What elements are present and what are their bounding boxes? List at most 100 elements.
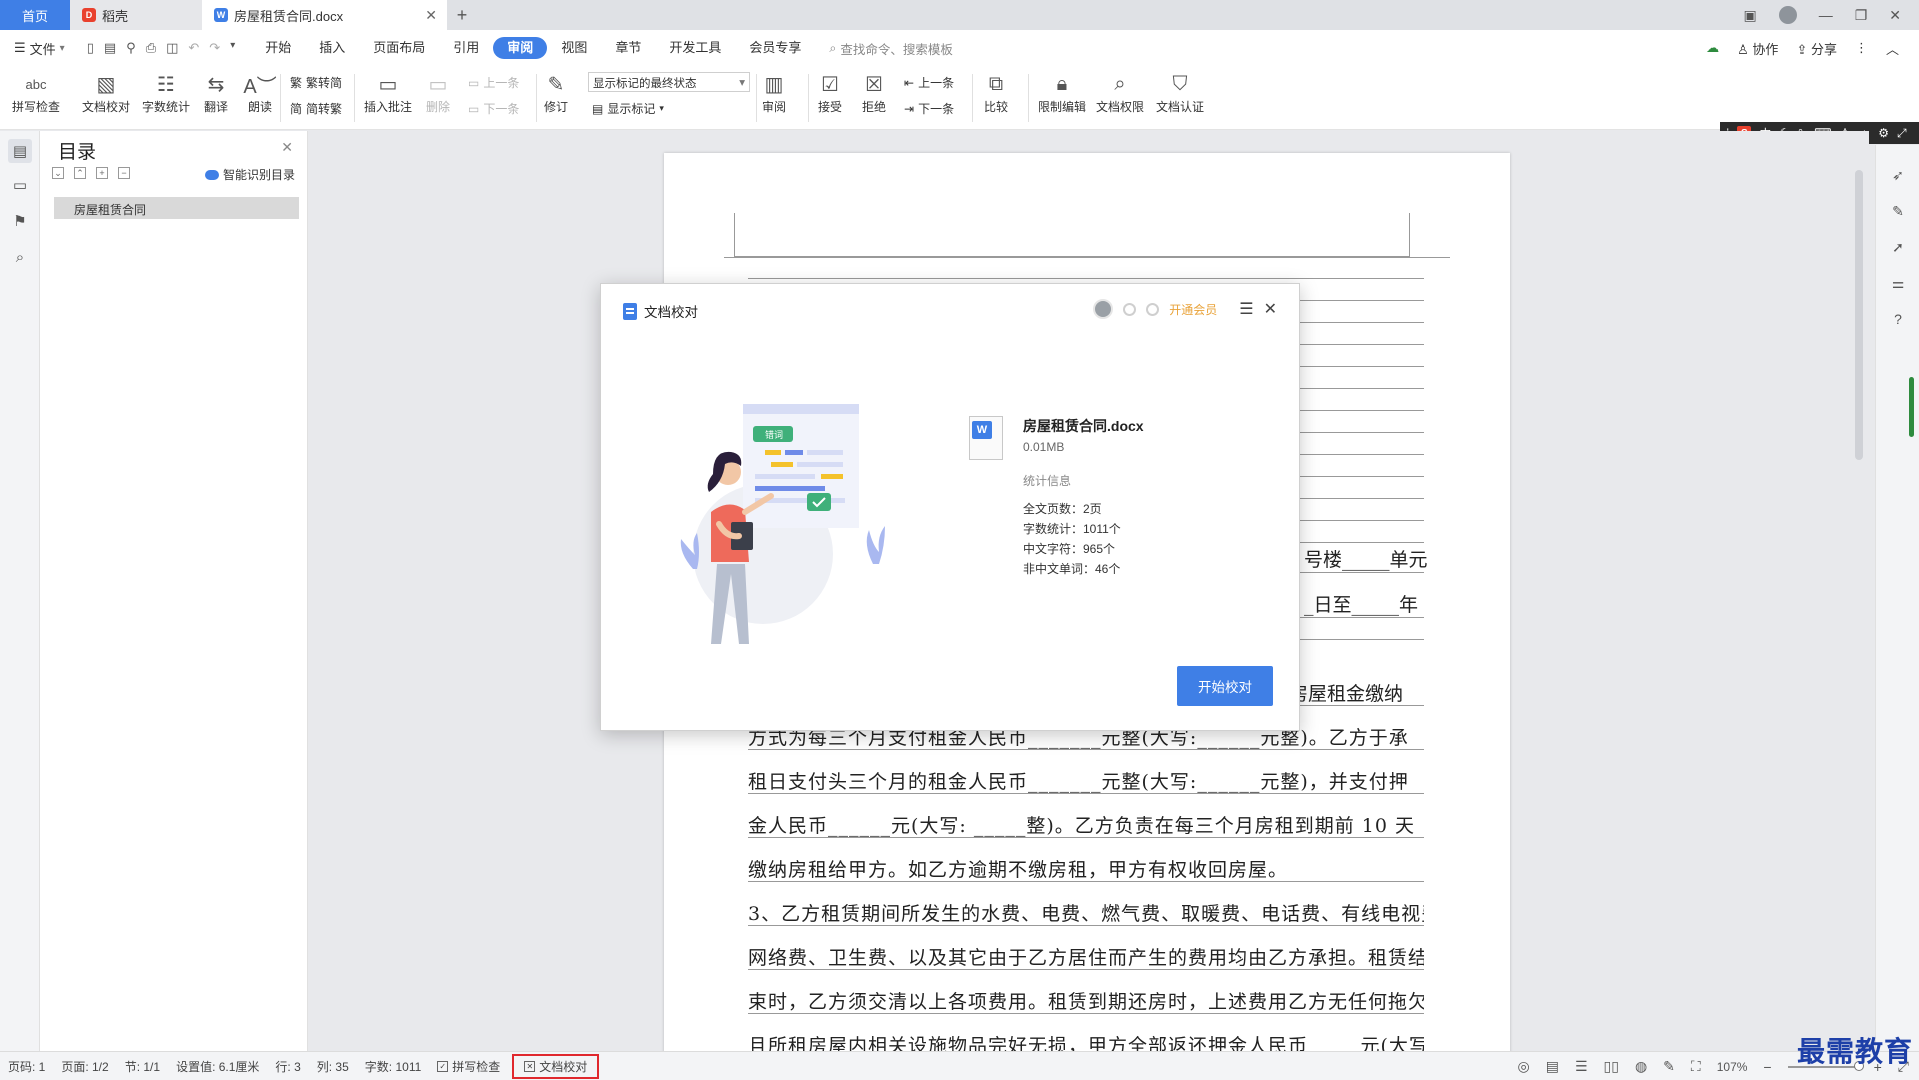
next-change-button[interactable]: ⇥ 下一条 [904, 100, 954, 117]
status-section[interactable]: 节: 1/1 [117, 1058, 168, 1075]
status-doc-proofread[interactable]: ✕ 文档校对 [512, 1053, 600, 1079]
print-icon[interactable]: ⎙ [146, 40, 156, 56]
expand-all-icon[interactable]: ⌄ [52, 167, 64, 179]
read-aloud-button[interactable]: A︶ 朗读 [243, 70, 276, 115]
doc-permission-button[interactable]: ⌕ 文档权限 [1096, 70, 1144, 115]
fit-page-icon[interactable]: ⛶ [1691, 1058, 1701, 1075]
status-setting[interactable]: 设置值: 6.1厘米 [168, 1058, 267, 1075]
reading-view-icon[interactable]: ▯▯ [1604, 1058, 1619, 1075]
save-icon[interactable]: ▤ [104, 40, 116, 56]
tab-list-icon[interactable]: ▣ [1743, 7, 1756, 24]
compare-button[interactable]: ⧉ 比较 [982, 70, 1010, 115]
tab-chapter[interactable]: 章节 [601, 37, 655, 59]
word-count-button[interactable]: ☷ 字数统计 [142, 70, 190, 115]
status-row[interactable]: 行: 3 [267, 1058, 308, 1075]
undo-icon[interactable]: ↶ [188, 40, 199, 56]
search-icon[interactable]: ⌕ [12, 249, 28, 266]
file-menu[interactable]: ☰ 文件 ▾ [0, 39, 79, 58]
share-button[interactable]: ⇪ 分享 [1796, 39, 1837, 58]
folder-icon[interactable]: ▭ [12, 177, 28, 194]
trad-to-simp-button[interactable]: 繁繁转简 [290, 74, 342, 91]
review-pane-button[interactable]: ▥ 审阅 [760, 70, 788, 115]
redo-icon[interactable]: ↷ [209, 40, 220, 56]
bookmark-icon[interactable]: ⚑ [12, 213, 28, 230]
scrollbar-thumb[interactable] [1855, 170, 1863, 460]
tab-insert[interactable]: 插入 [305, 37, 359, 59]
page-view-icon[interactable]: ▤ [1546, 1058, 1559, 1075]
close-icon[interactable]: ✕ [281, 139, 293, 156]
tab-daoke[interactable]: D 稻壳 [70, 0, 202, 30]
settings-icon[interactable]: ⚙ [1878, 126, 1889, 140]
zoom-out-icon[interactable]: − [1763, 1059, 1771, 1075]
add-item-icon[interactable]: + [96, 167, 108, 179]
pen-icon[interactable]: ✎ [1890, 203, 1906, 219]
cursor-icon[interactable]: ➚ [1890, 239, 1906, 255]
tab-member[interactable]: 会员专享 [735, 37, 815, 59]
status-word-count[interactable]: 字数: 1011 [357, 1058, 429, 1075]
format-painter-icon[interactable]: ⚲ [126, 40, 136, 56]
avatar[interactable] [1093, 299, 1114, 319]
new-doc-icon[interactable]: ▯ [87, 40, 94, 56]
doc-cert-button[interactable]: ⛉ 文档认证 [1156, 70, 1204, 115]
new-tab-button[interactable]: + [447, 0, 477, 30]
collab-button[interactable]: ♙ 协作 [1737, 39, 1778, 58]
web-view-icon[interactable]: ◍ [1635, 1058, 1647, 1075]
close-icon[interactable]: ✕ [1264, 299, 1277, 319]
show-markup-button[interactable]: ▤ 显示标记 ▾ [592, 100, 664, 117]
prev-change-button[interactable]: ⇤ 上一条 [904, 74, 954, 91]
restrict-edit-button[interactable]: 🔒︎ 限制编辑 [1038, 70, 1086, 115]
tab-layout[interactable]: 页面布局 [359, 37, 439, 59]
reject-button[interactable]: ☒ 拒绝 [860, 70, 888, 115]
collapse-all-icon[interactable]: ⌃ [74, 167, 86, 179]
customize-icon[interactable]: ▾ [230, 40, 235, 56]
toc-item[interactable]: 房屋租赁合同 [54, 197, 299, 219]
tab-review[interactable]: 审阅 [493, 37, 548, 59]
outline-view-icon[interactable]: ☰ [1575, 1058, 1588, 1075]
more-icon[interactable]: ⋮ [1855, 40, 1868, 56]
status-spell-check[interactable]: ✓ 拼写检查 [429, 1058, 508, 1075]
tab-start[interactable]: 开始 [251, 37, 305, 59]
close-tab-icon[interactable]: ✕ [425, 7, 437, 24]
tab-devtools[interactable]: 开发工具 [655, 37, 735, 59]
open-vip-link[interactable]: 开通会员 [1169, 301, 1217, 318]
status-col[interactable]: 列: 35 [309, 1058, 357, 1075]
delete-comment-button[interactable]: ▭ 删除 [424, 70, 452, 115]
tab-document[interactable]: W 房屋租赁合同.docx ✕ [202, 0, 447, 30]
command-search[interactable]: ⌕ 查找命令、搜索模板 [829, 39, 953, 58]
minimize-icon[interactable]: — [1819, 7, 1833, 23]
status-page-number[interactable]: 页码: 1 [0, 1058, 53, 1075]
tab-view[interactable]: 视图 [547, 37, 601, 59]
toc-panel-icon[interactable]: ▤ [8, 139, 32, 163]
menu-icon[interactable]: ☰ [1239, 299, 1253, 319]
translate-button[interactable]: ⇆ 翻译 [202, 70, 230, 115]
help-icon[interactable]: ? [1890, 311, 1906, 327]
remove-item-icon[interactable]: − [118, 167, 130, 179]
status-pages[interactable]: 页面: 1/2 [53, 1058, 116, 1075]
zoom-level[interactable]: 107% [1717, 1060, 1748, 1074]
simp-to-trad-button[interactable]: 简简转繁 [290, 100, 342, 117]
close-window-icon[interactable]: ✕ [1889, 7, 1901, 24]
prev-comment-button[interactable]: ▭ 上一条 [468, 74, 519, 91]
track-changes-button[interactable]: ✎ 修订 [542, 70, 570, 115]
vertical-scrollbar[interactable] [1855, 160, 1863, 1040]
spell-check-button[interactable]: abc 拼写检查 [12, 70, 60, 115]
avatar[interactable] [1778, 6, 1797, 24]
write-icon[interactable]: ✎ [1663, 1058, 1675, 1075]
cloud-sync-icon[interactable]: ☁ [1706, 40, 1719, 56]
restore-icon[interactable]: ❐ [1855, 7, 1868, 24]
start-proofread-button[interactable]: 开始校对 [1177, 666, 1273, 706]
markup-state-select[interactable]: 显示标记的最终状态 [588, 72, 750, 92]
accept-button[interactable]: ☑ 接受 [816, 70, 844, 115]
expand-icon[interactable]: ⤢ [1897, 126, 1907, 141]
collapse-ribbon-icon[interactable]: ︿ [1886, 39, 1899, 58]
eye-protection-icon[interactable]: ◎ [1518, 1058, 1530, 1075]
sliders-icon[interactable]: ⚌ [1890, 275, 1906, 291]
tab-reference[interactable]: 引用 [439, 37, 493, 59]
smart-toc-button[interactable]: 智能识别目录 [204, 166, 295, 183]
doc-proofread-button[interactable]: ▧ 文档校对 [82, 70, 130, 115]
next-comment-button[interactable]: ▭ 下一条 [468, 100, 519, 117]
tab-home[interactable]: 首页 [0, 0, 70, 30]
rocket-icon[interactable]: ➶ [1890, 167, 1906, 183]
print-preview-icon[interactable]: ◫ [166, 40, 178, 56]
insert-comment-button[interactable]: ▭ 插入批注 [364, 70, 412, 115]
